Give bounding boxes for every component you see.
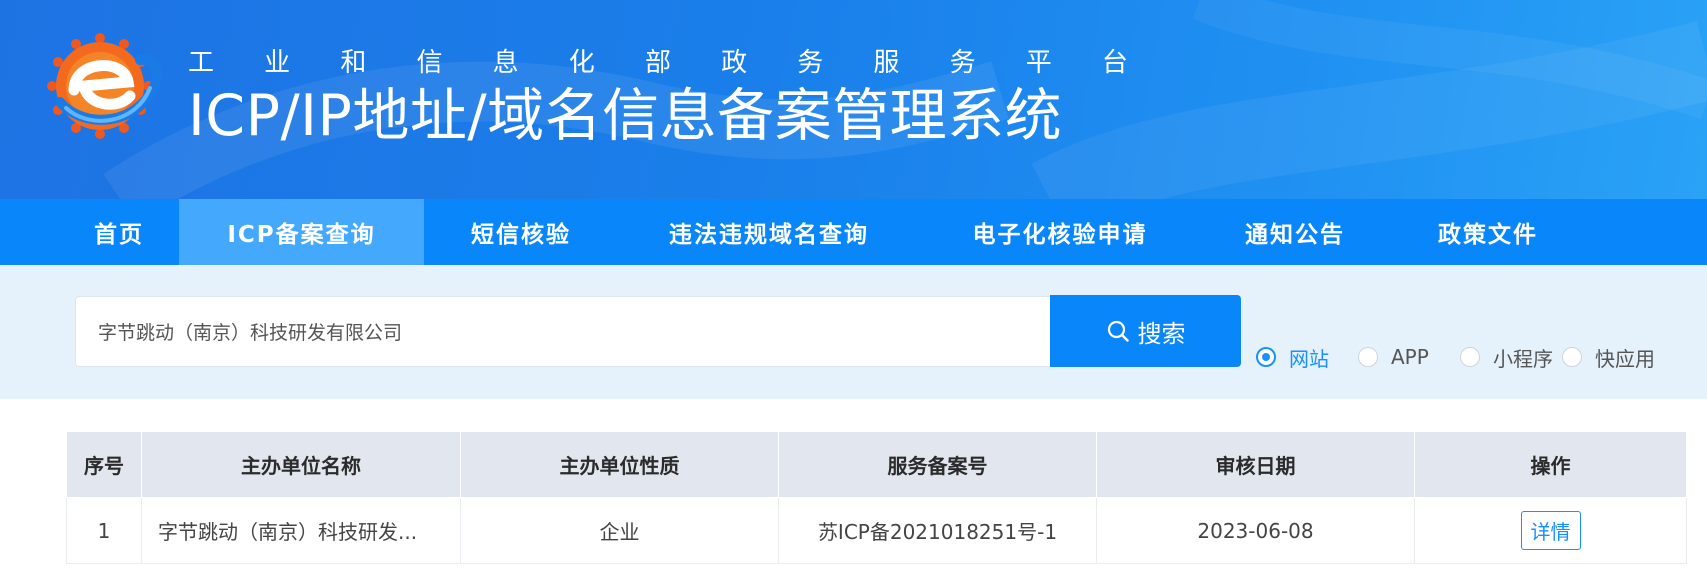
subtitle-char: 业 xyxy=(264,47,291,78)
subtitle-char: 息 xyxy=(492,47,519,78)
search-button[interactable]: 搜索 xyxy=(1050,295,1241,367)
radio-dot xyxy=(1358,347,1378,367)
column-header-audit-date: 审核日期 xyxy=(1096,431,1415,498)
detail-button[interactable]: 详情 xyxy=(1520,511,1581,550)
radio-label: 网站 xyxy=(1289,346,1329,371)
nav-item-icp-query[interactable]: ICP备案查询 xyxy=(179,199,424,265)
cell-record-no: 苏ICP备2021018251号-1 xyxy=(778,497,1097,564)
cell-index: 1 xyxy=(66,497,142,564)
nav-item-illegal-domain-query[interactable]: 违法违规域名查询 xyxy=(618,199,920,265)
header-banner: 工 业 和 信 息 化 部 政 务 服 务 平 台 ICP/IP地址/域名信息备… xyxy=(0,0,1707,199)
results-table: 序号 主办单位名称 主办单位性质 服务备案号 审核日期 操作 1 字节跳动（南京… xyxy=(66,431,1687,564)
results-table-wrapper: 序号 主办单位名称 主办单位性质 服务备案号 审核日期 操作 1 字节跳动（南京… xyxy=(66,431,1687,564)
cell-action: 详情 xyxy=(1414,497,1687,564)
radio-dot xyxy=(1256,347,1276,367)
subtitle-char: 平 xyxy=(1025,47,1052,78)
radio-app[interactable]: APP xyxy=(1358,343,1429,371)
radio-dot xyxy=(1460,347,1480,367)
column-header-record-no: 服务备案号 xyxy=(778,431,1097,498)
search-input[interactable] xyxy=(75,296,1051,367)
search-area: 搜索 网站 APP 小程序 快应用 xyxy=(0,265,1707,399)
radio-label: 小程序 xyxy=(1493,346,1553,371)
miit-e-logo-icon xyxy=(47,33,162,139)
radio-mini-program[interactable]: 小程序 xyxy=(1460,343,1553,371)
radio-label: 快应用 xyxy=(1595,346,1655,371)
cell-audit-date: 2023-06-08 xyxy=(1096,497,1415,564)
radio-quick-app[interactable]: 快应用 xyxy=(1562,343,1655,371)
ministry-subtitle: 工 业 和 信 息 化 部 政 务 服 务 平 台 xyxy=(188,40,1128,80)
subtitle-char: 部 xyxy=(644,47,671,78)
subtitle-char: 信 xyxy=(416,47,443,78)
nav-item-home[interactable]: 首页 xyxy=(59,199,179,265)
system-title: ICP/IP地址/域名信息备案管理系统 xyxy=(188,83,1063,149)
nav-item-notices[interactable]: 通知公告 xyxy=(1200,199,1390,265)
subtitle-char: 务 xyxy=(797,47,824,78)
nav-item-policy-docs[interactable]: 政策文件 xyxy=(1390,199,1586,265)
column-header-action: 操作 xyxy=(1414,431,1687,498)
cell-org-type: 企业 xyxy=(460,497,779,564)
subtitle-char: 和 xyxy=(340,47,367,78)
subtitle-char: 务 xyxy=(949,47,976,78)
main-nav: 首页 ICP备案查询 短信核验 违法违规域名查询 电子化核验申请 通知公告 政策… xyxy=(0,199,1707,265)
magnifier-icon xyxy=(1107,320,1129,342)
nav-item-sms-verify[interactable]: 短信核验 xyxy=(424,199,618,265)
column-header-index: 序号 xyxy=(66,431,142,498)
table-header-row: 序号 主办单位名称 主办单位性质 服务备案号 审核日期 操作 xyxy=(66,431,1687,498)
radio-dot xyxy=(1562,347,1582,367)
table-row: 1 字节跳动（南京）科技研发... 企业 苏ICP备2021018251号-1 … xyxy=(66,497,1687,564)
search-button-label: 搜索 xyxy=(1137,319,1186,348)
subtitle-char: 化 xyxy=(568,47,595,78)
cell-org-name: 字节跳动（南京）科技研发... xyxy=(141,497,461,564)
radio-label: APP xyxy=(1391,345,1429,369)
column-header-org-type: 主办单位性质 xyxy=(460,431,779,498)
subtitle-char: 服 xyxy=(873,47,900,78)
subtitle-char: 工 xyxy=(188,47,215,78)
subtitle-char: 政 xyxy=(721,47,748,78)
column-header-org-name: 主办单位名称 xyxy=(141,431,461,498)
subtitle-char: 台 xyxy=(1101,47,1128,78)
radio-website[interactable]: 网站 xyxy=(1256,343,1329,371)
nav-item-electronic-verify[interactable]: 电子化核验申请 xyxy=(920,199,1200,265)
